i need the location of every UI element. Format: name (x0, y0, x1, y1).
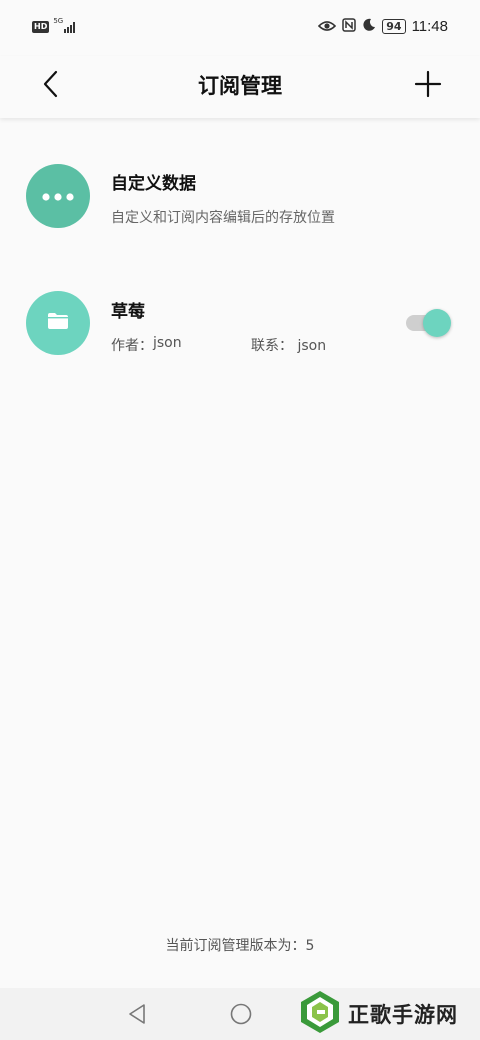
list-item-custom-data[interactable]: 自定义数据 自定义和订阅内容编辑后的存放位置 (0, 164, 480, 230)
status-left: HD 5G (32, 17, 76, 33)
list-item-subscription[interactable]: 草莓 作者： json 联系： json (0, 291, 480, 357)
signal-icon: 5G (53, 17, 76, 33)
item-subtitle: 自定义和订阅内容编辑后的存放位置 (111, 210, 335, 226)
app-bar: 订阅管理 (0, 56, 480, 118)
item-meta: 作者： json 联系： json (111, 335, 326, 355)
watermark-text: 正歌手游网 (348, 1003, 458, 1027)
battery-indicator: 94 (382, 19, 406, 34)
version-text: 当前订阅管理版本为：5 (165, 938, 315, 954)
custom-data-avatar (26, 164, 90, 228)
more-dots-icon (41, 187, 75, 206)
author-info: 作者： json (111, 335, 251, 355)
network-type: 5G (53, 17, 64, 25)
enable-toggle[interactable] (406, 309, 451, 337)
nfc-icon (342, 17, 356, 36)
page-title: 订阅管理 (198, 74, 282, 98)
eye-icon (318, 17, 337, 36)
nav-home-icon (229, 1003, 253, 1030)
clock: 11:48 (411, 18, 448, 35)
plus-icon (410, 70, 446, 106)
status-bar: HD 5G 94 11:48 (0, 0, 480, 56)
author-label: 作者： (111, 338, 153, 354)
status-right: 94 11:48 (318, 17, 448, 36)
toggle-thumb (423, 309, 451, 337)
add-subscription-button[interactable] (410, 66, 446, 102)
contact-info: 联系： json (251, 335, 326, 355)
hd-badge: HD (32, 21, 50, 33)
item-title: 自定义数据 (111, 174, 196, 194)
folder-icon (47, 312, 69, 334)
nav-back-icon (126, 1004, 150, 1030)
contact-label: 联系： (251, 338, 293, 354)
moon-icon (362, 17, 376, 36)
item-title: 草莓 (111, 302, 145, 322)
watermark: 正歌手游网 (300, 990, 458, 1038)
contact-value: json (297, 338, 327, 354)
author-value: json (153, 335, 182, 351)
subscription-avatar (26, 291, 90, 355)
nav-home-button[interactable] (229, 1002, 253, 1026)
watermark-logo-icon (300, 990, 340, 1038)
nav-back-button[interactable] (126, 1002, 150, 1026)
